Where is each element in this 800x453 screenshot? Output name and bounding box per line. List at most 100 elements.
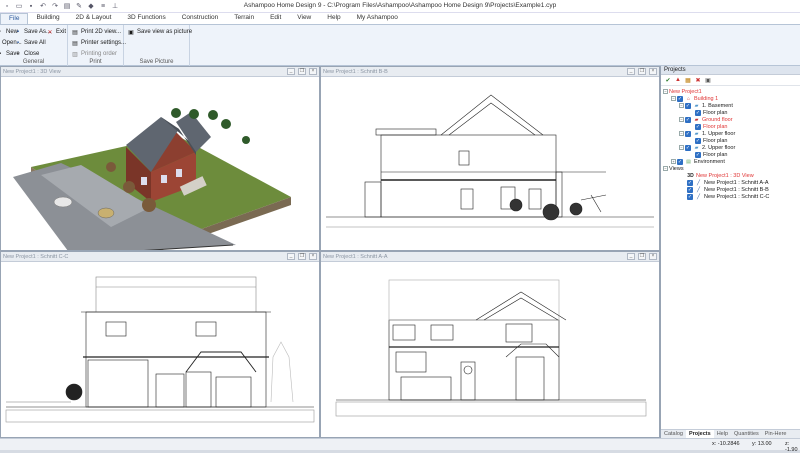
save-icon[interactable]: ▪ [26, 2, 36, 11]
collapse-icon[interactable]: − [671, 96, 676, 101]
viewport-section-c-c[interactable]: New Project1 : Schnitt C-C _ ❐ × [0, 251, 320, 438]
delete-icon[interactable]: ✖ [694, 76, 702, 84]
project-tree: − New Project1 − ✓ ⌂ Building 1 − ✓ ▰ 1. Baseme… [661, 86, 800, 416]
checkbox-checked-icon[interactable]: ✓ [685, 102, 691, 109]
tab-catalog[interactable]: Catalog [661, 430, 686, 438]
tree-item-building-1[interactable]: − ✓ ⌂ Building 1 [671, 95, 718, 102]
tab-quantities[interactable]: Quantities [731, 430, 762, 438]
viewport-3d-view[interactable]: New Project1 : 3D View _ ❐ × [0, 66, 320, 256]
minimize-icon[interactable]: _ [627, 253, 635, 260]
check-icon[interactable]: ✔ [664, 76, 672, 84]
tree-item-floor-plan[interactable]: ✓ Floor plan [695, 109, 727, 116]
expand-icon[interactable]: + [671, 159, 676, 164]
close-icon[interactable]: × [649, 253, 657, 260]
building-icon: ⌂ [686, 95, 691, 102]
collapse-icon[interactable]: − [679, 145, 684, 150]
checkbox-checked-icon[interactable]: ✓ [685, 116, 691, 123]
checkbox-checked-icon[interactable]: ✓ [695, 137, 701, 144]
save-all-button[interactable]: ▪ Save All [14, 38, 46, 48]
minimize-icon[interactable]: _ [287, 253, 295, 260]
tree-item-section-a-a[interactable]: ✓ ╱ New Project1 : Schnitt A-A [687, 179, 769, 186]
tree-item-3d-view[interactable]: 3D New Project1 : 3D View [687, 172, 753, 179]
tree-item-environment[interactable]: + ✓ ▤ Environment [671, 158, 725, 165]
section-a-a-canvas[interactable] [321, 262, 659, 437]
tree-item-floor-plan[interactable]: ✓ Floor plan [695, 137, 727, 144]
layers-icon[interactable]: ≡ [98, 2, 108, 11]
collapse-icon[interactable]: − [663, 89, 668, 94]
collapse-icon[interactable]: − [663, 166, 668, 171]
properties-icon[interactable]: ▦ [684, 76, 692, 84]
printing-order-button[interactable]: ▥ Printing order [71, 49, 117, 59]
checkbox-checked-icon[interactable]: ✓ [687, 179, 693, 186]
collapse-icon[interactable]: − [679, 131, 684, 136]
open-icon[interactable]: ▭ [14, 2, 24, 11]
tab-help[interactable]: Help [319, 13, 348, 24]
checkbox-checked-icon[interactable]: ✓ [695, 151, 701, 158]
restore-icon[interactable]: ❐ [638, 253, 646, 260]
collapse-icon[interactable]: − [679, 103, 684, 108]
new-icon[interactable]: ▫ [2, 2, 12, 11]
checkbox-checked-icon[interactable]: ✓ [695, 123, 701, 130]
checkbox-checked-icon[interactable]: ✓ [687, 193, 693, 200]
collapse-icon[interactable]: − [679, 117, 684, 122]
tree-item-basement[interactable]: − ✓ ▰ 1. Basement [679, 102, 733, 109]
tab-building[interactable]: Building [28, 13, 67, 24]
tab-projects[interactable]: Projects [685, 430, 714, 438]
tab-edit[interactable]: Edit [262, 13, 289, 24]
title-bar: ▫ ▭ ▪ ↶ ↷ ▤ ✎ ◆ ≡ ⊥ Ashampoo Home Design… [0, 0, 800, 13]
eraser-icon[interactable]: ◆ [86, 2, 96, 11]
viewport-section-a-a[interactable]: New Project1 : Schnitt A-A _ ❐ × [320, 251, 660, 438]
close-icon[interactable]: × [309, 68, 317, 75]
tree-item-ground-floor[interactable]: − ✓ ▰ Ground floor [679, 116, 733, 123]
tree-item-new-project1[interactable]: − New Project1 [663, 88, 702, 95]
close-file-icon: ▫ [16, 51, 20, 57]
close-button[interactable]: ▫ Close [14, 49, 39, 59]
tab-construction[interactable]: Construction [174, 13, 227, 24]
tree-item-views[interactable]: − Views [663, 165, 684, 172]
tab-terrain[interactable]: Terrain [226, 13, 262, 24]
print-icon[interactable]: ▤ [62, 2, 72, 11]
printer-settings-button[interactable]: ▤ Printer settings... [71, 38, 126, 48]
tab-file[interactable]: File [0, 13, 29, 24]
tab-my-ashampoo[interactable]: My Ashampoo [349, 13, 406, 24]
save-as-icon: ▪ [16, 29, 20, 35]
section-c-c-canvas[interactable] [1, 262, 319, 437]
viewport-section-b-b[interactable]: New Project1 : Schnitt B-B _ ❐ × [320, 66, 660, 251]
minimize-icon[interactable]: _ [287, 68, 295, 75]
tab-view[interactable]: View [289, 13, 319, 24]
checkbox-checked-icon[interactable]: ✓ [685, 130, 691, 137]
pin-icon[interactable]: ⊥ [110, 2, 120, 11]
tab-help-panel[interactable]: Help [714, 430, 731, 438]
tab-2d-layout[interactable]: 2D & Layout [68, 13, 120, 24]
3d-view-canvas[interactable] [1, 77, 319, 256]
add-floor-icon[interactable]: ▲ [674, 76, 682, 84]
redo-icon[interactable]: ↷ [50, 2, 60, 11]
tab-3d-functions[interactable]: 3D Functions [119, 13, 173, 24]
close-icon[interactable]: × [649, 68, 657, 75]
restore-icon[interactable]: ❐ [298, 68, 306, 75]
tree-item-section-b-b[interactable]: ✓ ╱ New Project1 : Schnitt B-B [687, 186, 769, 193]
tree-item-floor-plan[interactable]: ✓ Floor plan [695, 123, 727, 130]
view-options-icon[interactable]: ▣ [704, 76, 712, 84]
checkbox-checked-icon[interactable]: ✓ [677, 158, 683, 165]
checkbox-checked-icon[interactable]: ✓ [685, 144, 691, 151]
exit-button[interactable]: ✕ Exit [46, 27, 66, 37]
checkbox-checked-icon[interactable]: ✓ [677, 95, 683, 102]
restore-icon[interactable]: ❐ [298, 253, 306, 260]
save-view-as-picture-button[interactable]: ▣ Save view as picture [127, 27, 192, 37]
checkbox-checked-icon[interactable]: ✓ [687, 186, 693, 193]
minimize-icon[interactable]: _ [627, 68, 635, 75]
floor-icon: ▰ [694, 130, 699, 137]
tree-item-section-c-c[interactable]: ✓ ╱ New Project1 : Schnitt C-C [687, 193, 769, 200]
section-b-b-canvas[interactable] [321, 77, 659, 250]
close-icon[interactable]: × [309, 253, 317, 260]
brush-icon[interactable]: ✎ [74, 2, 84, 11]
tree-item-floor-plan[interactable]: ✓ Floor plan [695, 151, 727, 158]
checkbox-checked-icon[interactable]: ✓ [695, 109, 701, 116]
tree-item-upper-floor-2[interactable]: − ✓ ▰ 2. Upper floor [679, 144, 735, 151]
tree-item-upper-floor-1[interactable]: − ✓ ▰ 1. Upper floor [679, 130, 735, 137]
print-2d-view-button[interactable]: ▤ Print 2D view... [71, 27, 121, 37]
tab-pin-here[interactable]: Pin-Here [762, 430, 790, 438]
restore-icon[interactable]: ❐ [638, 68, 646, 75]
undo-icon[interactable]: ↶ [38, 2, 48, 11]
